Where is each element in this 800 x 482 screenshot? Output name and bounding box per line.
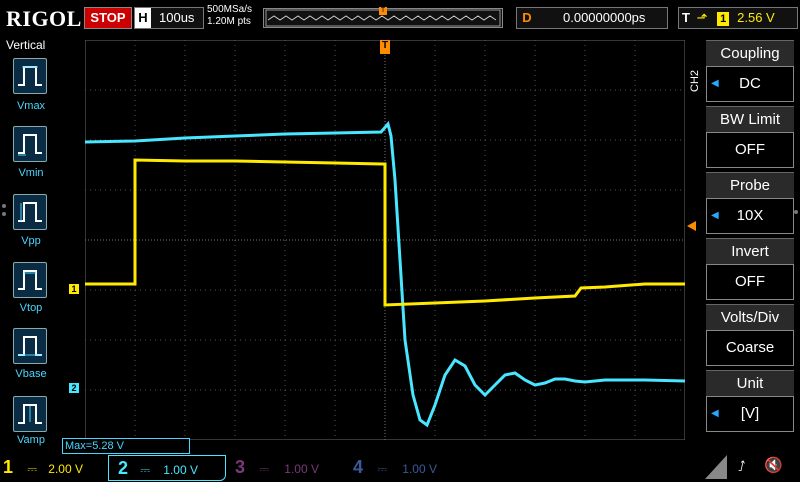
ch2-scale: 1.00 V (163, 463, 198, 477)
vmax-label: Vmax (16, 100, 46, 112)
vbase-label: Vbase (15, 368, 47, 380)
coupling-title: Coupling (706, 40, 794, 69)
invert-option[interactable]: OFF (706, 264, 794, 300)
pulse-vmax-icon (18, 66, 42, 86)
trigger-level-marker[interactable] (687, 221, 696, 231)
brand-logo: RIGOL (6, 6, 82, 31)
ch1-number: 1 (2, 457, 13, 477)
probe-option[interactable]: ◀ 10X (706, 198, 794, 234)
probe-title: Probe (706, 172, 794, 201)
horizontal-label: H (135, 8, 151, 28)
dc-coupling-icon: ⎓ (140, 463, 150, 477)
delay-value: 0.00000000ps (563, 10, 646, 25)
ch1-offset-marker[interactable]: 1 (69, 284, 79, 294)
ch1-status[interactable]: 1 ⎓ 2.00 V (0, 455, 100, 479)
invert-title: Invert (706, 238, 794, 267)
vpp-label: Vpp (21, 235, 41, 247)
vamp-button[interactable] (13, 396, 47, 432)
status-corner-wedge (705, 455, 727, 479)
dc-coupling-icon: ⎓ (377, 462, 387, 476)
right-scroll-dot (794, 210, 798, 214)
ch1-scale: 2.00 V (48, 462, 83, 476)
ch4-scale: 1.00 V (402, 462, 437, 476)
bw-limit-value: OFF (735, 141, 765, 158)
delay-display[interactable]: D 0.00000000ps (516, 7, 668, 29)
pulse-vamp-icon (18, 404, 42, 424)
ch4-status[interactable]: 4 ⎓ 1.00 V (350, 455, 460, 479)
left-scroll-dot (2, 204, 6, 208)
dc-coupling-icon: ⎓ (27, 462, 37, 476)
trigger-display[interactable]: T ⬏ 1 2.56 V (678, 7, 798, 29)
usb-icon: ⭜ (738, 458, 746, 474)
ch4-number: 4 (352, 457, 363, 477)
horizontal-scale[interactable]: H 100us (134, 7, 204, 29)
vmin-button[interactable] (13, 126, 47, 162)
volts-div-title: Volts/Div (706, 304, 794, 333)
pulse-vbase-icon (18, 336, 42, 356)
memory-position-bar[interactable]: T (263, 7, 503, 28)
bw-limit-option[interactable]: OFF (706, 132, 794, 168)
trigger-position-marker: T (379, 7, 387, 15)
coupling-value: DC (739, 75, 761, 92)
pulse-vmin-icon (18, 134, 42, 156)
menu-channel-tag: CH2 (689, 69, 701, 92)
dc-coupling-icon: ⎓ (259, 462, 269, 476)
option-arrow-icon: ◀ (711, 78, 719, 89)
vpp-button[interactable] (13, 194, 47, 230)
sound-muted-icon[interactable]: 🔇 (764, 456, 783, 474)
vtop-label: Vtop (19, 302, 43, 314)
trigger-label: T (682, 10, 690, 25)
vmax-button[interactable] (13, 58, 47, 94)
acquisition-info: 500MSa/s 1.20M pts (207, 4, 252, 28)
volts-div-value: Coarse (725, 339, 775, 356)
left-scroll-dot (2, 212, 6, 216)
unit-option[interactable]: ◀ [V] (706, 396, 794, 432)
rising-edge-icon: ⬏ (696, 10, 708, 25)
ch3-scale: 1.00 V (284, 462, 319, 476)
volts-div-option[interactable]: Coarse (706, 330, 794, 366)
waveform-display[interactable] (85, 40, 685, 440)
trigger-level: 2.56 V (737, 10, 775, 25)
delay-label: D (522, 10, 532, 25)
trigger-time-marker[interactable]: T (380, 40, 390, 54)
bw-limit-title: BW Limit (706, 106, 794, 135)
vtop-button[interactable] (13, 262, 47, 298)
unit-value: [V] (740, 405, 760, 422)
pulse-vtop-icon (18, 270, 42, 290)
vbase-button[interactable] (13, 328, 47, 364)
trigger-source: 1 (717, 11, 730, 26)
ch3-number: 3 (234, 457, 245, 477)
measurement-readout: Max=5.28 V (62, 438, 190, 454)
coupling-option[interactable]: ◀ DC (706, 66, 794, 102)
vmin-label: Vmin (18, 167, 44, 179)
pulse-vpp-icon (18, 202, 42, 222)
option-arrow-icon: ◀ (711, 408, 719, 419)
ch2-number: 2 (117, 458, 128, 478)
option-arrow-icon: ◀ (711, 210, 719, 221)
ch2-offset-marker[interactable]: 2 (69, 383, 79, 393)
ch2-status[interactable]: 2 ⎓ 1.00 V (108, 455, 226, 481)
run-stop-indicator[interactable]: STOP (84, 7, 132, 29)
memory-depth: 1.20M pts (207, 16, 251, 27)
unit-title: Unit (706, 370, 794, 399)
probe-value: 10X (736, 207, 764, 224)
horizontal-scale-value: 100us (159, 10, 195, 25)
sample-rate: 500MSa/s (207, 4, 253, 15)
invert-value: OFF (735, 273, 765, 290)
ch3-status[interactable]: 3 ⎓ 1.00 V (232, 455, 342, 479)
vamp-label: Vamp (17, 434, 45, 446)
left-panel-title: Vertical (6, 38, 46, 52)
